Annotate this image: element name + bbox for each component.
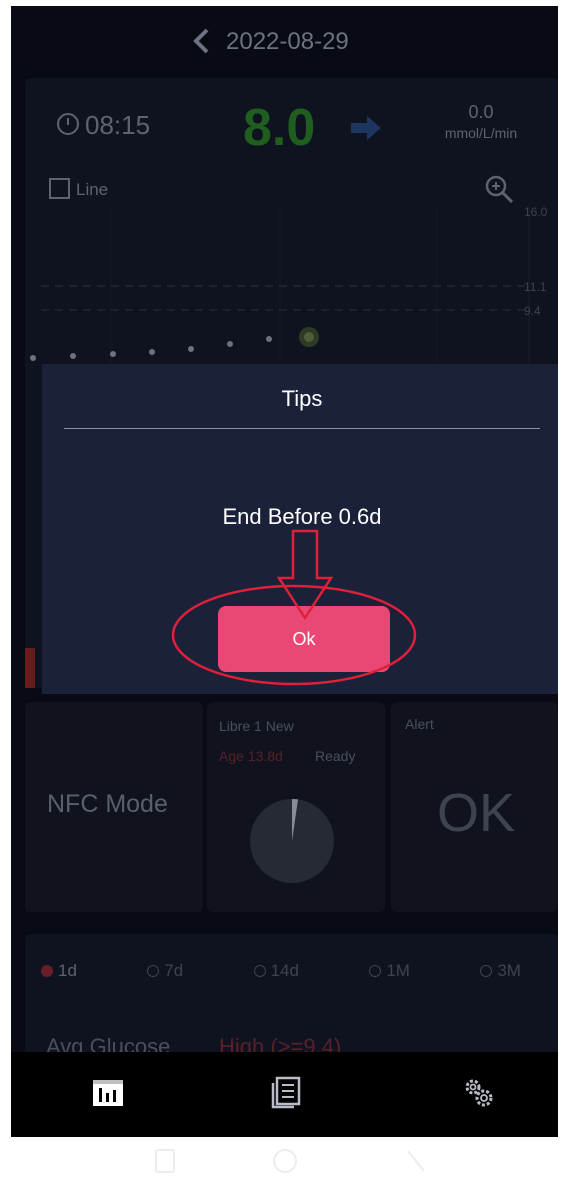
sensor-life-pie (250, 798, 334, 883)
ok-button[interactable]: Ok (218, 606, 390, 672)
range-selector: 1d 7d 14d 1M 3M (41, 961, 521, 981)
trend-arrow-icon (351, 116, 381, 140)
glucose-value: 8.0 (243, 99, 316, 157)
data-point (149, 349, 155, 355)
header: 2022-08-29 (11, 6, 558, 76)
app-screen: 2022-08-29 08:15 8.0 0.0 mmol/L/min Line (11, 6, 558, 1137)
alert-status: OK (437, 783, 516, 843)
sensor-tile[interactable]: Libre 1 New Age 13.8d Ready (207, 702, 385, 912)
range-option-3m[interactable]: 3M (480, 961, 521, 981)
alert-marker (25, 648, 35, 688)
sensor-status: Ready (315, 748, 356, 764)
clock-icon (57, 113, 79, 135)
chart-icon[interactable] (90, 1074, 126, 1110)
recent-apps-icon[interactable] (154, 1148, 176, 1174)
radio-icon[interactable] (369, 965, 382, 977)
current-data-point (304, 332, 314, 342)
list-icon[interactable] (268, 1074, 304, 1110)
data-point (30, 355, 36, 361)
checkbox-box[interactable] (49, 178, 70, 199)
range-option-7d[interactable]: 7d (147, 961, 183, 981)
reading-time-value: 08:15 (85, 110, 151, 140)
rate-unit: mmol/L/min (444, 125, 518, 141)
dialog-divider (64, 428, 540, 429)
dialog-message: End Before 0.6d (222, 504, 382, 529)
radio-icon[interactable] (480, 965, 493, 977)
glucose-chart (30, 206, 530, 366)
sensor-age: Age 13.8d (219, 748, 283, 764)
data-point (110, 351, 116, 357)
rate-display: 0.0 mmol/L/min (421, 102, 541, 141)
y-axis-label: 11.1 (524, 280, 547, 294)
data-point (70, 353, 76, 359)
line-checkbox-label: Line (76, 180, 109, 199)
rate-value: 0.0 (468, 102, 494, 122)
home-icon[interactable] (272, 1148, 298, 1174)
range-option-1m[interactable]: 1M (369, 961, 410, 981)
nfc-mode-label: NFC Mode (47, 790, 168, 818)
bottom-nav (11, 1052, 558, 1137)
sensor-name: Libre 1 New (219, 718, 294, 734)
radio-icon[interactable] (147, 965, 160, 977)
data-point (188, 346, 194, 352)
date-label: 2022-08-29 (226, 28, 349, 55)
radio-icon[interactable] (253, 965, 266, 977)
y-axis-label: 9.4 (524, 304, 541, 318)
data-point (227, 341, 233, 347)
alert-tile[interactable]: Alert OK (391, 702, 558, 912)
range-option-1d[interactable]: 1d (41, 961, 77, 981)
radio-selected-icon[interactable] (41, 965, 53, 977)
settings-icon[interactable] (460, 1074, 496, 1110)
back-arrow-icon[interactable] (187, 26, 217, 56)
data-point (266, 336, 272, 342)
range-option-14d[interactable]: 14d (253, 961, 299, 981)
back-nav-icon[interactable] (404, 1148, 426, 1174)
nfc-mode-tile[interactable]: NFC Mode (25, 702, 203, 912)
tips-dialog: Tips End Before 0.6d Ok (42, 364, 558, 694)
zoom-in-icon[interactable] (483, 173, 515, 205)
y-axis-label: 16.0 (524, 205, 548, 219)
alert-label: Alert (405, 716, 434, 732)
reading-time: 08:15 (57, 110, 150, 141)
dialog-title: Tips (281, 386, 323, 411)
line-checkbox[interactable]: Line (49, 178, 108, 200)
